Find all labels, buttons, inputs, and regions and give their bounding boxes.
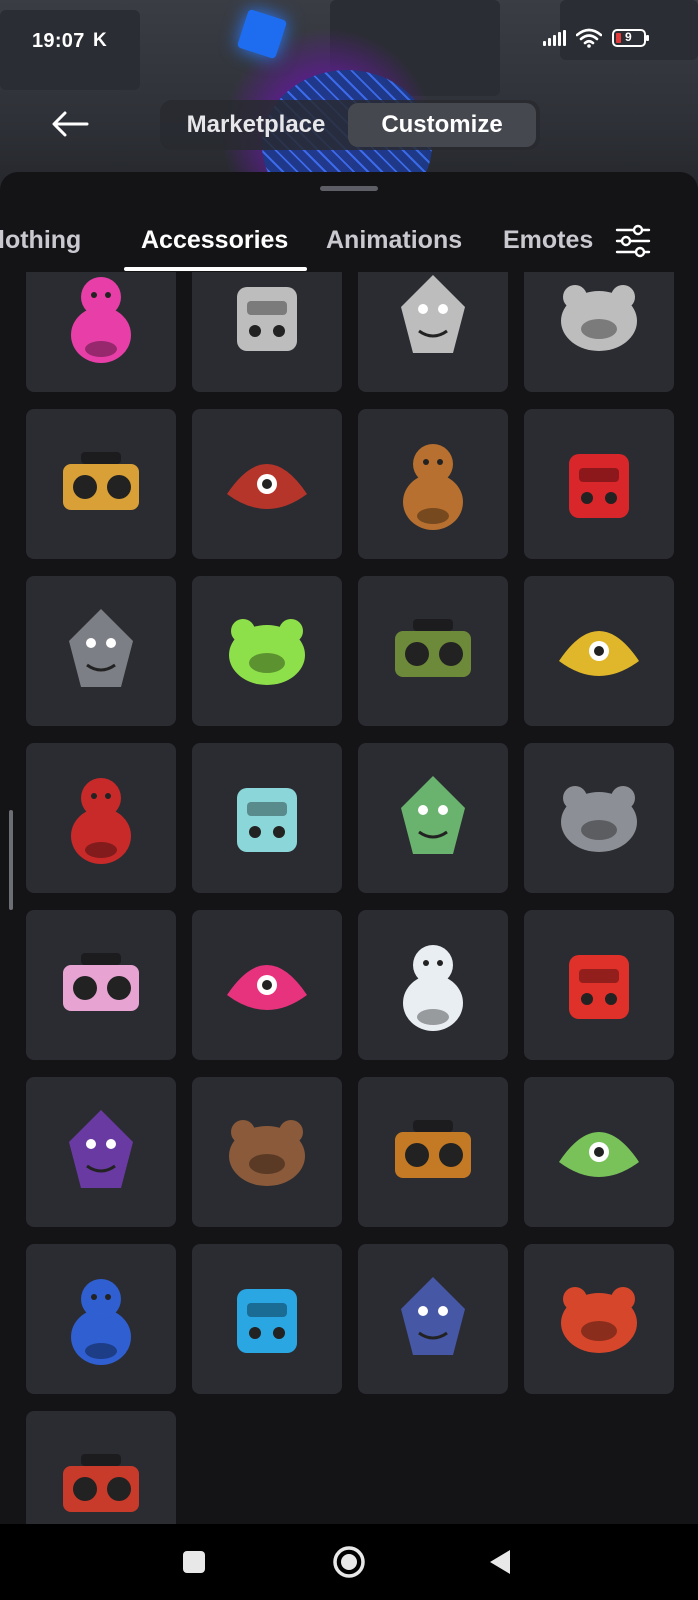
- tab-marketplace[interactable]: Marketplace: [164, 103, 348, 147]
- accessory-card-floating-cards-accessory[interactable]: [358, 1244, 508, 1394]
- accessory-card-vans-boombox-accessory[interactable]: [26, 576, 176, 726]
- purple-armor-accessory-thumbnail: [69, 1110, 133, 1188]
- blue-bird-accessory-thumbnail: [237, 1289, 297, 1353]
- sliders-icon: [615, 224, 651, 258]
- snowman-doodle-accessory-thumbnail: [401, 275, 465, 353]
- accessory-card-cheetah-pet-accessory[interactable]: [26, 409, 176, 559]
- status-icons: 9: [543, 28, 650, 48]
- tab-customize[interactable]: Customize: [348, 103, 536, 147]
- pretzel-blocky-accessory-thumbnail: [71, 778, 131, 864]
- red-creature-2023-accessory-thumbnail: [227, 464, 307, 509]
- accessory-card-muscle-buddy-accessory[interactable]: [524, 576, 674, 726]
- spider-lantern-accessory-thumbnail: [395, 1120, 471, 1178]
- filter-button[interactable]: [614, 224, 652, 258]
- floating-cards-accessory-thumbnail: [401, 1277, 465, 1355]
- recents-square-icon: [183, 1551, 205, 1573]
- accessory-card-green-alien-accessory[interactable]: [358, 743, 508, 893]
- music-boombox-pink-accessory-thumbnail: [63, 953, 139, 1011]
- ufo-cow-accessory-thumbnail: [229, 619, 305, 685]
- red-dragon-accessory-thumbnail: [569, 955, 629, 1019]
- red-bull-accessory-thumbnail: [63, 1454, 139, 1512]
- category-tabs: lothing Accessories Animations Emotes: [0, 212, 698, 272]
- tab-accessories[interactable]: Accessories: [141, 226, 288, 255]
- vans-boombox-accessory-thumbnail: [69, 609, 133, 687]
- arrow-left-icon: [52, 111, 89, 137]
- accessories-grid-viewport: [0, 272, 698, 1524]
- balloons-accessory-thumbnail: [71, 277, 131, 363]
- system-nav-bar: [0, 1524, 698, 1600]
- customize-sheet: lothing Accessories Animations Emotes: [0, 172, 698, 1524]
- back-nav-button[interactable]: [476, 1538, 524, 1586]
- accessory-card-red-mouse-accessory[interactable]: [524, 1244, 674, 1394]
- accessory-card-pink-boombox-accessory[interactable]: [192, 910, 342, 1060]
- marketplace-customize-switch: Marketplace Customize: [160, 100, 540, 150]
- accessory-card-sunglasses-buddy-accessory[interactable]: [192, 1077, 342, 1227]
- battery-icon: 9: [612, 28, 650, 48]
- tab-clothing[interactable]: lothing: [0, 226, 81, 255]
- accessory-card-purple-armor-accessory[interactable]: [26, 1077, 176, 1227]
- accessory-card-red-dragon-accessory[interactable]: [524, 910, 674, 1060]
- red-mouse-accessory-thumbnail: [561, 1287, 637, 1353]
- accessory-card-red-bull-accessory[interactable]: [26, 1411, 176, 1524]
- accessory-card-ring-wings-accessory[interactable]: [26, 1244, 176, 1394]
- scrollbar[interactable]: [9, 810, 13, 910]
- drag-handle[interactable]: [320, 186, 378, 191]
- carrier-glyph: K: [93, 30, 107, 51]
- home-button[interactable]: [325, 1538, 373, 1586]
- mech-drone-accessory-thumbnail: [237, 788, 297, 852]
- status-bar: 19:07 K 9: [0, 0, 698, 80]
- cheetah-pet-accessory-thumbnail: [63, 452, 139, 510]
- snowman-scarf-accessory-thumbnail: [403, 945, 463, 1031]
- accessory-card-blue-bird-accessory[interactable]: [192, 1244, 342, 1394]
- goblin-accessory-thumbnail: [559, 1132, 639, 1177]
- accessory-card-goblin-accessory[interactable]: [524, 1077, 674, 1227]
- accessory-card-doodle-face-accessory[interactable]: [192, 272, 342, 392]
- tab-animations[interactable]: Animations: [326, 226, 462, 255]
- ring-wings-accessory-thumbnail: [71, 1279, 131, 1365]
- accessory-card-snowman-doodle-accessory[interactable]: [358, 272, 508, 392]
- back-triangle-icon: [490, 1550, 510, 1574]
- doodle-creature-accessory-thumbnail: [561, 285, 637, 351]
- active-tab-indicator: [124, 267, 307, 271]
- accessory-card-red-creature-2023-accessory[interactable]: [192, 409, 342, 559]
- accessory-card-spider-lantern-accessory[interactable]: [358, 1077, 508, 1227]
- accessory-card-balloons-accessory[interactable]: [26, 272, 176, 392]
- accessory-card-doodle-creature-accessory[interactable]: [524, 272, 674, 392]
- muscle-buddy-accessory-thumbnail: [559, 631, 639, 676]
- succulent-pot-accessory-thumbnail: [395, 619, 471, 677]
- recents-button[interactable]: [170, 1538, 218, 1586]
- signal-icon: [543, 30, 566, 46]
- battery-level: 9: [625, 30, 632, 44]
- accessory-card-netflix-popcorn-accessory[interactable]: [524, 409, 674, 559]
- accessories-grid: [26, 272, 674, 1524]
- accessory-card-pigeon-accessory[interactable]: [524, 743, 674, 893]
- pink-boombox-accessory-thumbnail: [227, 965, 307, 1010]
- status-time: 19:07: [32, 30, 85, 52]
- tab-emotes[interactable]: Emotes: [503, 226, 593, 255]
- accessory-card-gingerbread-candy-accessory[interactable]: [358, 409, 508, 559]
- accessory-card-pretzel-blocky-accessory[interactable]: [26, 743, 176, 893]
- gingerbread-candy-accessory-thumbnail: [403, 444, 463, 530]
- green-alien-accessory-thumbnail: [401, 776, 465, 854]
- wifi-icon: [576, 28, 602, 48]
- accessory-card-ufo-cow-accessory[interactable]: [192, 576, 342, 726]
- accessory-card-mech-drone-accessory[interactable]: [192, 743, 342, 893]
- pigeon-accessory-thumbnail: [561, 786, 637, 852]
- accessory-card-snowman-scarf-accessory[interactable]: [358, 910, 508, 1060]
- accessory-card-music-boombox-pink-accessory[interactable]: [26, 910, 176, 1060]
- accessory-card-succulent-pot-accessory[interactable]: [358, 576, 508, 726]
- netflix-popcorn-accessory-thumbnail: [569, 454, 629, 518]
- sunglasses-buddy-accessory-thumbnail: [229, 1120, 305, 1186]
- doodle-face-accessory-thumbnail: [237, 287, 297, 351]
- home-circle-icon: [333, 1546, 365, 1578]
- back-button[interactable]: [46, 104, 94, 144]
